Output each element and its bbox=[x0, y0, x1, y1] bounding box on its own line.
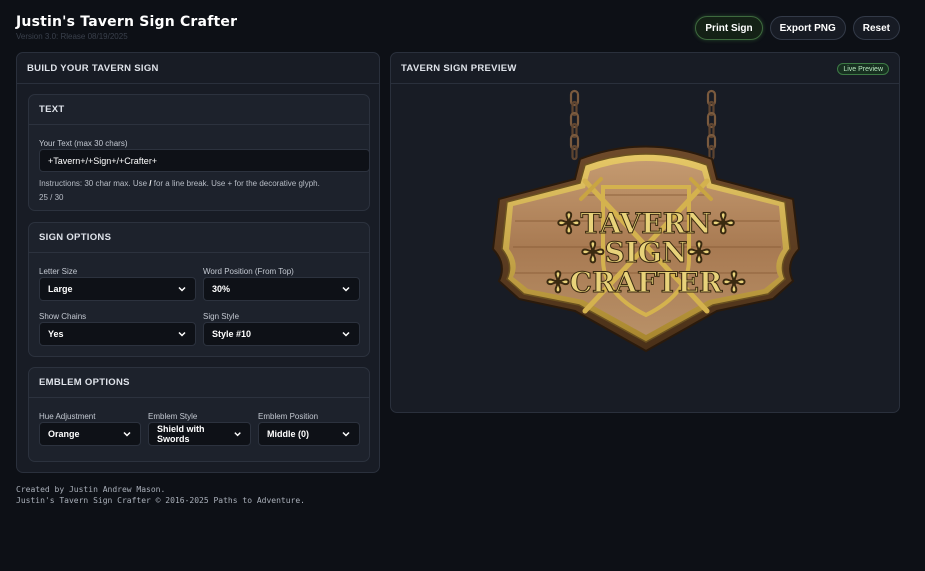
sign-line-3: ✢CRAFTER✢ bbox=[546, 266, 746, 299]
word-position-select[interactable]: 30% bbox=[203, 277, 360, 301]
show-chains-select[interactable]: Yes bbox=[39, 322, 196, 346]
reset-button[interactable]: Reset bbox=[852, 16, 900, 40]
live-preview-badge: Live Preview bbox=[837, 63, 889, 75]
text-section-title: TEXT bbox=[29, 95, 369, 125]
emblem-options-title: EMBLEM OPTIONS bbox=[29, 368, 369, 398]
emblem-style-label: Emblem Style bbox=[148, 412, 198, 421]
emblem-position-label: Emblem Position bbox=[258, 412, 319, 421]
footer: Created by Justin Andrew Mason. Justin's… bbox=[16, 484, 305, 506]
emblem-options-section: EMBLEM OPTIONS Hue Adjustment Orange Emb… bbox=[28, 367, 370, 462]
app-title: Justin's Tavern Sign Crafter bbox=[16, 14, 238, 30]
chevron-down-icon bbox=[342, 331, 350, 337]
sign-text-input[interactable] bbox=[39, 149, 370, 172]
chain-right bbox=[706, 89, 717, 161]
text-input-label: Your Text (max 30 chars) bbox=[39, 139, 128, 148]
build-panel: BUILD YOUR TAVERN SIGN TEXT Your Text (m… bbox=[16, 52, 380, 473]
chain-left bbox=[569, 89, 580, 161]
chevron-down-icon bbox=[342, 431, 350, 437]
chevron-down-icon bbox=[342, 286, 350, 292]
preview-panel-title: TAVERN SIGN PREVIEW Live Preview bbox=[391, 53, 899, 84]
header-actions: Print Sign Export PNG Reset bbox=[695, 16, 900, 40]
letter-size-label: Letter Size bbox=[39, 267, 78, 276]
sign-style-select[interactable]: Style #10 bbox=[203, 322, 360, 346]
hue-select[interactable]: Orange bbox=[39, 422, 141, 446]
sign-style-label: Sign Style bbox=[203, 312, 240, 321]
chevron-down-icon bbox=[234, 432, 241, 437]
show-chains-label: Show Chains bbox=[39, 312, 87, 321]
letter-size-select[interactable]: Large bbox=[39, 277, 196, 301]
word-position-label: Word Position (From Top) bbox=[203, 267, 294, 276]
emblem-style-select[interactable]: Shield with Swords bbox=[148, 422, 251, 446]
app-version: Version 3.0: Rlease 08/19/2025 bbox=[16, 32, 128, 41]
sign-options-section: SIGN OPTIONS Letter Size Large Word Posi… bbox=[28, 222, 370, 357]
chevron-down-icon bbox=[178, 286, 186, 292]
print-sign-button[interactable]: Print Sign bbox=[695, 16, 763, 40]
tavern-sign-image: ✢TAVERN✢ ✢SIGN✢ ✢CRAFTER✢ bbox=[491, 89, 801, 353]
export-png-button[interactable]: Export PNG bbox=[769, 16, 846, 40]
build-panel-title: BUILD YOUR TAVERN SIGN bbox=[17, 53, 379, 84]
footer-copyright: Justin's Tavern Sign Crafter © 2016-2025… bbox=[16, 496, 305, 505]
chevron-down-icon bbox=[123, 431, 131, 437]
footer-credit: Created by Justin Andrew Mason. bbox=[16, 485, 166, 494]
sign-line-2: ✢SIGN✢ bbox=[581, 236, 711, 269]
sign-options-title: SIGN OPTIONS bbox=[29, 223, 369, 253]
hue-label: Hue Adjustment bbox=[39, 412, 96, 421]
char-counter: 25 / 30 bbox=[39, 193, 64, 202]
emblem-position-select[interactable]: Middle (0) bbox=[258, 422, 360, 446]
text-instructions: Instructions: 30 char max. Use / for a l… bbox=[39, 179, 320, 188]
preview-panel: TAVERN SIGN PREVIEW Live Preview ✢TAVERN… bbox=[390, 52, 900, 413]
text-section: TEXT Your Text (max 30 chars) Instructio… bbox=[28, 94, 370, 211]
chevron-down-icon bbox=[178, 331, 186, 337]
